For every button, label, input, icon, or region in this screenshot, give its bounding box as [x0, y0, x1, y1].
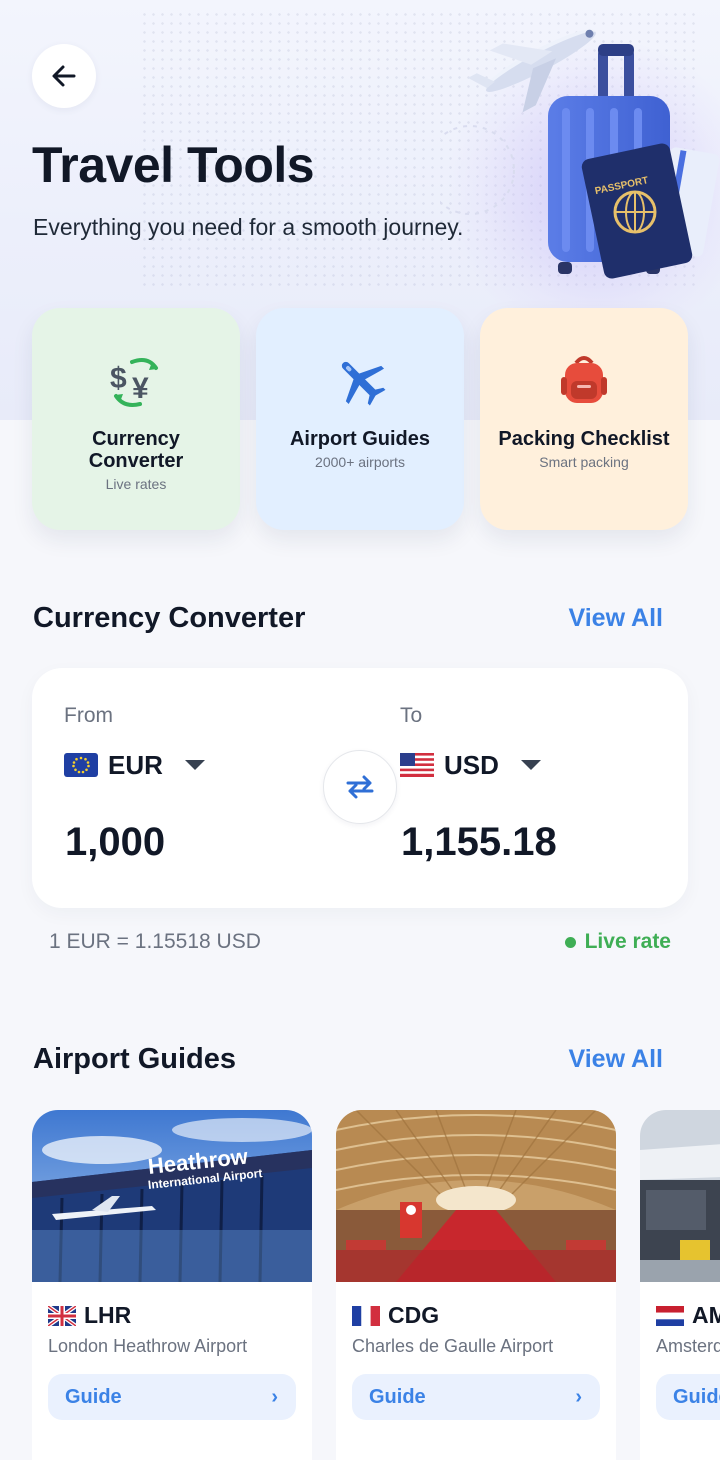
guide-button-lhr[interactable]: Guide ›: [48, 1374, 296, 1420]
airport-code-row: CDG: [352, 1302, 439, 1329]
page-title: Travel Tools: [32, 137, 315, 193]
from-amount[interactable]: 1,000: [65, 820, 165, 865]
swap-currency-button[interactable]: [323, 750, 397, 824]
tool-name: Airport Guides: [289, 428, 430, 450]
airport-card-lhr[interactable]: Heathrow International Airport LHR Londo…: [32, 1110, 312, 1460]
from-label: From: [64, 704, 113, 727]
us-flag-icon: [400, 753, 434, 777]
currency-exchange-icon: $ ¥: [108, 352, 164, 408]
svg-text:$: $: [110, 362, 127, 395]
back-button[interactable]: [32, 44, 96, 108]
airports-view-all-link[interactable]: View All: [569, 1045, 663, 1074]
guide-label: Guide: [65, 1385, 122, 1408]
airport-code: CDG: [388, 1302, 440, 1328]
france-flag-icon: [352, 1305, 380, 1326]
cdg-photo: [336, 1110, 616, 1282]
chevron-right-icon: ›: [271, 1385, 278, 1408]
uk-flag-icon: [48, 1305, 76, 1326]
to-currency-select[interactable]: USD: [400, 745, 541, 785]
currency-section-title: Currency Converter: [33, 602, 306, 634]
airport-name: Amsterdam Airport Schiphol: [656, 1336, 720, 1356]
to-currency-code: USD: [444, 749, 499, 780]
airport-code-row: AMS: [656, 1302, 720, 1329]
exchange-rate-text: 1 EUR = 1.15518 USD: [49, 930, 261, 953]
tool-name: Packing Checklist: [498, 428, 670, 450]
tool-subtitle: Live rates: [105, 476, 167, 492]
chevron-down-icon: [184, 760, 205, 770]
currency-view-all-link[interactable]: View All: [569, 604, 663, 633]
tool-card-airport-guides[interactable]: Airport Guides 2000+ airports: [256, 308, 464, 530]
airport-card-ams[interactable]: AMS Amsterdam Airport Schiphol Guide ›: [640, 1110, 720, 1460]
tool-card-currency-converter[interactable]: $ ¥ Currency Converter Live rates: [32, 308, 240, 530]
guide-button-ams[interactable]: Guide ›: [656, 1374, 720, 1420]
svg-text:¥: ¥: [132, 372, 149, 405]
live-rate-indicator: Live rate: [564, 930, 671, 954]
tool-name: Currency Converter: [88, 428, 184, 472]
guide-label: Guide: [673, 1385, 720, 1408]
eu-flag-icon: [64, 753, 98, 777]
schiphol-photo: [640, 1110, 720, 1282]
guide-button-cdg[interactable]: Guide ›: [352, 1374, 600, 1420]
from-currency-select[interactable]: EUR: [64, 745, 205, 785]
tool-subtitle: 2000+ airports: [315, 454, 405, 470]
airport-code: AMS: [692, 1302, 720, 1328]
currency-converter-card: From EUR 1,000 To USD 1,155.18: [32, 668, 688, 908]
chevron-right-icon: ›: [575, 1385, 582, 1408]
airport-code: LHR: [84, 1302, 132, 1328]
airports-section-title: Airport Guides: [33, 1043, 237, 1075]
page-subtitle: Everything you need for a smooth journey…: [33, 214, 464, 240]
tool-card-packing-checklist[interactable]: Packing Checklist Smart packing: [480, 308, 688, 530]
airplane-icon: [332, 352, 388, 408]
swap-arrows-icon: [346, 775, 374, 799]
luggage-illustration: PASSPORT: [440, 29, 720, 279]
airport-card-cdg[interactable]: CDG Charles de Gaulle Airport Guide ›: [336, 1110, 616, 1460]
airport-name: London Heathrow Airport: [48, 1336, 248, 1356]
tool-subtitle: Smart packing: [539, 454, 629, 470]
live-status-dot: [564, 936, 576, 948]
airport-cards-carousel[interactable]: Heathrow International Airport LHR Londo…: [32, 1110, 720, 1460]
netherlands-flag-icon: [656, 1305, 684, 1326]
airport-code-row: LHR: [48, 1302, 131, 1329]
to-amount: 1,155.18: [401, 820, 557, 864]
heathrow-photo: Heathrow International Airport: [32, 1110, 312, 1282]
chevron-down-icon: [520, 760, 541, 770]
to-label: To: [400, 704, 423, 727]
tool-cards: $ ¥ Currency Converter Live rates Airpor: [32, 308, 688, 530]
arrow-left-icon: [52, 65, 76, 87]
guide-label: Guide: [369, 1385, 426, 1408]
from-currency-code: EUR: [108, 749, 163, 780]
live-rate-label: Live rate: [584, 930, 671, 953]
backpack-icon: [556, 352, 612, 408]
airport-name: Charles de Gaulle Airport: [352, 1336, 554, 1356]
